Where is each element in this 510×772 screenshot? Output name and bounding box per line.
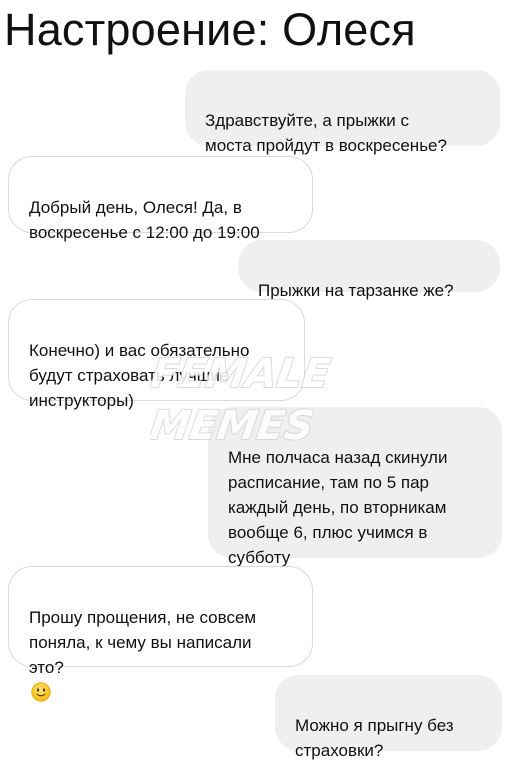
message-bubble-incoming: Прошу прощения, не совсем поняла, к чему… <box>8 566 313 702</box>
page-title: Настроение: Олеся <box>4 4 416 55</box>
message-text: Прошу прощения, не совсем поняла, к чему… <box>29 608 257 677</box>
message-text: Добрый день, Олеся! Да, в воскресенье с … <box>29 198 260 242</box>
message-bubble-outgoing: Здравствуйте, а прыжки с моста пройдут в… <box>185 70 500 155</box>
message-bubble-outgoing: Можно я прыгну без страховки? <box>275 675 502 760</box>
message-bubble-outgoing: Прыжки на тарзанке же? <box>238 240 500 300</box>
message-bubble-outgoing: Мне полчаса назад скинули расписание, та… <box>208 407 502 567</box>
message-bubble-incoming: Конечно) и вас обязательно будут страхов… <box>8 299 305 410</box>
message-text: Конечно) и вас обязательно будут страхов… <box>29 341 250 410</box>
message-text: Здравствуйте, а прыжки с моста пройдут в… <box>205 111 447 155</box>
slightly-smiling-face-icon <box>31 682 51 702</box>
message-bubble-incoming: Добрый день, Олеся! Да, в воскресенье с … <box>8 156 313 242</box>
message-text: Мне полчаса назад скинули расписание, та… <box>228 448 448 567</box>
message-text: Прыжки на тарзанке же? <box>258 281 454 300</box>
message-text: Можно я прыгну без страховки? <box>295 716 454 760</box>
